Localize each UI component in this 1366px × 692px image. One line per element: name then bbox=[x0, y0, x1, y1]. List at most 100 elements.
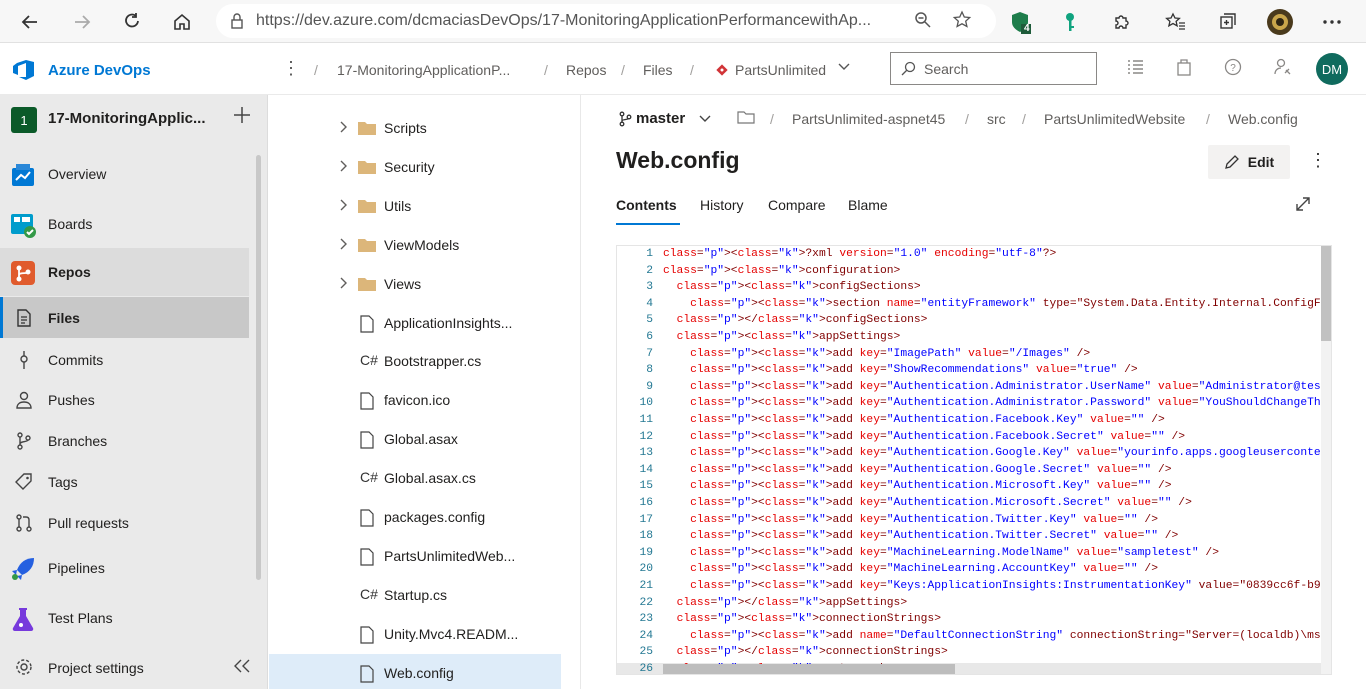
sidebar-item-test-plans[interactable]: Test Plans bbox=[0, 594, 249, 642]
breadcrumb-files[interactable]: Files bbox=[643, 62, 673, 78]
project-selector[interactable]: 1 17-MonitoringApplic... bbox=[0, 95, 268, 143]
tree-item[interactable]: packages.config bbox=[269, 498, 561, 537]
refresh-icon[interactable] bbox=[118, 8, 146, 36]
code-line: 1 class="p"><class="k">?xml version="1.0"… bbox=[617, 248, 1331, 265]
tree-item[interactable]: C# Startup.cs bbox=[269, 576, 561, 615]
code-line: 11 class="p"><class="k">add key="Authent… bbox=[617, 414, 1331, 431]
overview-icon bbox=[10, 162, 36, 188]
tree-item[interactable]: Web.config bbox=[269, 653, 561, 689]
key-extension-icon[interactable] bbox=[1056, 8, 1084, 36]
tree-item-label: PartsUnlimitedWeb... bbox=[384, 547, 516, 564]
edit-label: Edit bbox=[1247, 154, 1275, 170]
boards-icon bbox=[10, 212, 36, 238]
tree-item[interactable]: Unity.Mvc4.READM... bbox=[269, 615, 561, 654]
code-text: class="p"><class="k">add key="MachineLea… bbox=[690, 546, 1219, 559]
tree-item[interactable]: C# Bootstrapper.cs bbox=[269, 342, 561, 381]
tree-item[interactable]: C# Global.asax.cs bbox=[269, 459, 561, 498]
sidebar-subitem-tags[interactable]: Tags bbox=[0, 461, 249, 502]
search-input[interactable]: Search bbox=[890, 52, 1097, 85]
azure-devops-logo-icon[interactable] bbox=[12, 60, 36, 80]
tree-item[interactable]: Views bbox=[269, 265, 561, 304]
breadcrumb-repos[interactable]: Repos bbox=[566, 62, 606, 78]
chevron-down-icon[interactable] bbox=[838, 63, 850, 71]
chevron-right-icon[interactable] bbox=[339, 121, 347, 133]
file-title: Web.config bbox=[616, 147, 740, 173]
chevron-right-icon[interactable] bbox=[339, 199, 347, 211]
list-settings-icon[interactable] bbox=[1126, 58, 1144, 76]
tree-item[interactable]: ApplicationInsights... bbox=[269, 304, 561, 343]
browser-toolbar: https://dev.azure.com/dcmaciasDevOps/17-… bbox=[0, 0, 1366, 43]
tab-compare[interactable]: Compare bbox=[768, 197, 826, 213]
csharp-file-icon: C# bbox=[360, 352, 378, 369]
forward-icon[interactable] bbox=[68, 8, 96, 36]
more-options-icon[interactable]: ⋮ bbox=[1309, 150, 1327, 171]
favorite-add-icon[interactable] bbox=[952, 10, 972, 30]
sidebar-subitem-pull-requests[interactable]: Pull requests bbox=[0, 502, 249, 543]
code-line: 5 class="p"></class="k">configSections> bbox=[617, 314, 1331, 331]
fullscreen-icon[interactable] bbox=[1294, 195, 1312, 213]
path-segment[interactable]: PartsUnlimited-aspnet45 bbox=[792, 111, 945, 127]
code-line: 25 class="p"></class="k">connectionStrin… bbox=[617, 646, 1331, 663]
sidebar-item-repos[interactable]: Repos bbox=[0, 248, 249, 296]
profile-avatar[interactable] bbox=[1266, 8, 1294, 36]
sidebar-subitem-commits[interactable]: Commits bbox=[0, 339, 249, 380]
tab-blame[interactable]: Blame bbox=[848, 197, 888, 213]
chevron-right-icon[interactable] bbox=[339, 277, 347, 289]
brand-name[interactable]: Azure DevOps bbox=[48, 62, 151, 79]
home-icon[interactable] bbox=[168, 8, 196, 36]
tree-item[interactable]: ViewModels bbox=[269, 226, 561, 265]
branch-selector[interactable]: master bbox=[618, 110, 711, 127]
tree-item[interactable]: PartsUnlimitedWeb... bbox=[269, 537, 561, 576]
more-actions-icon[interactable]: ⋮ bbox=[282, 58, 300, 79]
path-segment[interactable]: Web.config bbox=[1228, 111, 1298, 127]
folder-icon bbox=[357, 120, 377, 138]
sidebar-item-pipelines[interactable]: Pipelines bbox=[0, 544, 249, 592]
user-settings-icon[interactable] bbox=[1274, 58, 1292, 76]
tab-history[interactable]: History bbox=[700, 197, 744, 213]
line-number: 18 bbox=[639, 530, 653, 543]
collections-icon[interactable] bbox=[1214, 8, 1242, 36]
sidebar-item-boards[interactable]: Boards bbox=[0, 200, 249, 248]
tree-item[interactable]: Scripts bbox=[269, 109, 561, 148]
tree-item-label: Views bbox=[384, 275, 422, 292]
shield-extension-icon[interactable]: 4 bbox=[1006, 8, 1034, 36]
add-icon[interactable] bbox=[233, 106, 251, 124]
tree-item[interactable]: favicon.ico bbox=[269, 381, 561, 420]
sidebar-scrollbar[interactable] bbox=[256, 155, 261, 580]
chevron-right-icon[interactable] bbox=[339, 160, 347, 172]
sidebar-subitem-pushes[interactable]: Pushes bbox=[0, 379, 249, 420]
breadcrumb-repo[interactable]: PartsUnlimited bbox=[735, 62, 826, 78]
marketplace-icon[interactable] bbox=[1175, 58, 1193, 76]
line-number: 3 bbox=[646, 281, 653, 294]
help-icon[interactable]: ? bbox=[1224, 58, 1242, 76]
edit-button[interactable]: Edit bbox=[1208, 145, 1290, 179]
collapse-sidebar-icon[interactable] bbox=[232, 658, 252, 674]
line-number: 1 bbox=[646, 248, 653, 260]
tab-contents[interactable]: Contents bbox=[616, 197, 677, 213]
address-bar[interactable]: https://dev.azure.com/dcmaciasDevOps/17-… bbox=[216, 4, 996, 38]
zoom-icon[interactable] bbox=[914, 11, 932, 29]
code-line: 23 class="p"><class="k">connectionString… bbox=[617, 613, 1331, 630]
user-avatar[interactable]: DM bbox=[1316, 53, 1348, 85]
editor-scrollbar-thumb[interactable] bbox=[1321, 246, 1331, 341]
breadcrumb-project[interactable]: 17-MonitoringApplicationP... bbox=[337, 62, 510, 78]
tree-item[interactable]: Security bbox=[269, 148, 561, 187]
chevron-right-icon[interactable] bbox=[339, 238, 347, 250]
project-settings[interactable]: Project settings bbox=[0, 644, 268, 692]
back-icon[interactable] bbox=[16, 8, 44, 36]
more-icon[interactable] bbox=[1318, 8, 1346, 36]
puzzle-icon[interactable] bbox=[1108, 8, 1136, 36]
path-segment[interactable]: src bbox=[987, 111, 1006, 127]
sidebar-subitem-files[interactable]: Files bbox=[0, 297, 249, 338]
sidebar-item-overview[interactable]: Overview bbox=[0, 150, 249, 198]
code-line: 2 class="p"><class="k">configuration> bbox=[617, 265, 1331, 282]
tree-item[interactable]: Utils bbox=[269, 187, 561, 226]
tree-item-label: favicon.ico bbox=[384, 392, 451, 409]
editor-hscroll-thumb[interactable] bbox=[663, 664, 955, 674]
code-editor[interactable]: 1 class="p"><class="k">?xml version="1.0"… bbox=[616, 245, 1332, 675]
path-segment[interactable]: PartsUnlimitedWebsite bbox=[1044, 111, 1185, 127]
favorites-icon[interactable] bbox=[1162, 8, 1190, 36]
tree-item[interactable]: Global.asax bbox=[269, 420, 561, 459]
code-line: 22 class="p"></class="k">appSettings> bbox=[617, 597, 1331, 614]
sidebar-subitem-branches[interactable]: Branches bbox=[0, 420, 249, 461]
